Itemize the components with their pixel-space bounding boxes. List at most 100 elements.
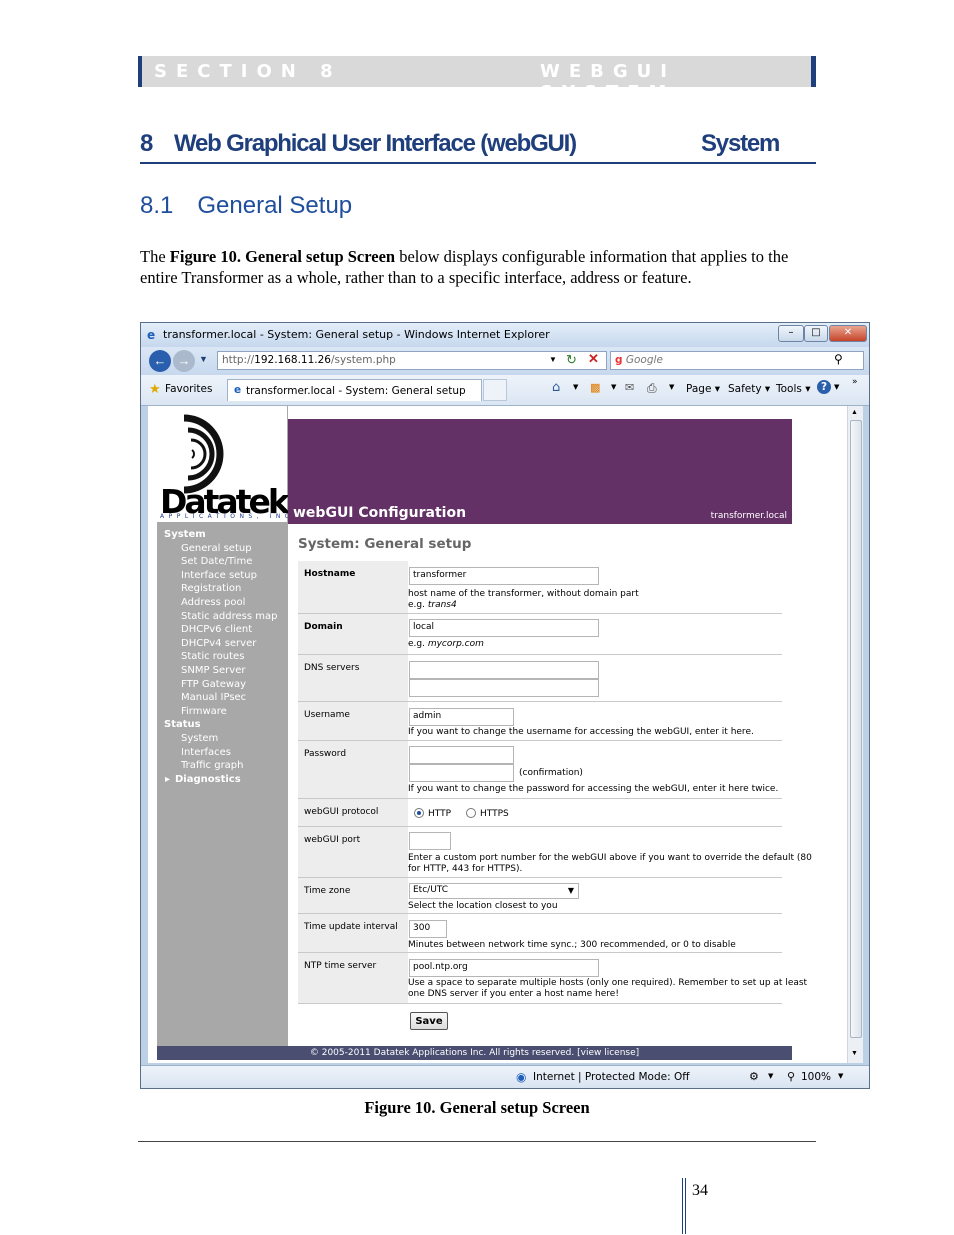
sidebar-item-interfaces[interactable]: Interfaces: [181, 747, 231, 758]
page-footer: © 2005-2011 Datatek Applications Inc. Al…: [157, 1046, 792, 1060]
hostname-cell: transformer host name of the transformer…: [408, 561, 782, 613]
favorites-bar: ★ Favorites e transformer.local - System…: [141, 375, 869, 406]
address-bar-row: ← → ▼ http://192.168.11.26/system.php ▼ …: [141, 347, 869, 375]
hostname-input[interactable]: transformer: [409, 567, 599, 585]
home-icon[interactable]: ⌂: [552, 380, 560, 395]
sidebar-item-label: DHCPv4 server: [181, 637, 257, 649]
home-dropdown-icon[interactable]: ▼: [573, 383, 578, 391]
password-input[interactable]: [409, 746, 514, 764]
sidebar-item-label: Interfaces: [181, 746, 231, 758]
page-menu[interactable]: Page ▾: [686, 383, 720, 395]
sidebar-item-interface-setup[interactable]: Interface setup: [181, 570, 257, 581]
active-tab[interactable]: e transformer.local - System: General se…: [227, 379, 482, 401]
minimize-button[interactable]: –: [778, 325, 804, 342]
chevron-more-icon[interactable]: »: [852, 377, 858, 387]
banner-title: webGUI Configuration: [293, 505, 467, 521]
port-input[interactable]: [409, 832, 451, 850]
interval-label: Time update interval: [304, 922, 398, 932]
timezone-label: Time zone: [304, 886, 351, 896]
sidebar-item-dhcpv4-server[interactable]: DHCPv4 server: [181, 638, 256, 649]
sidebar-item-dhcpv6-client[interactable]: DHCPv6 client: [181, 624, 252, 635]
scroll-up-icon[interactable]: ▲: [851, 408, 858, 416]
feeds-dropdown-icon[interactable]: ▼: [611, 383, 616, 391]
tools-menu[interactable]: Tools ▾: [776, 383, 810, 395]
page-menu-label: Page: [686, 383, 712, 395]
scroll-thumb[interactable]: [850, 420, 862, 1038]
back-button[interactable]: ←: [149, 350, 171, 372]
url-host: 192.168.11.26: [254, 354, 331, 366]
interval-cell: 300 Minutes between network time sync.; …: [408, 914, 782, 952]
sidebar-item-registration[interactable]: Registration: [181, 583, 241, 594]
refresh-icon[interactable]: ↻: [566, 352, 577, 368]
sidebar-item-system[interactable]: System: [164, 529, 206, 540]
domain-example-prefix: e.g.: [408, 639, 428, 649]
favorites-button[interactable]: Favorites: [165, 383, 212, 395]
port-hint-2: for HTTP, 443 for HTTPS).: [408, 864, 523, 874]
history-dropdown-icon[interactable]: ▼: [199, 354, 208, 364]
save-button[interactable]: Save: [410, 1012, 448, 1030]
sidebar-item-static-address-map[interactable]: Static address map: [181, 611, 277, 622]
close-button[interactable]: ✕: [829, 325, 867, 342]
sidebar-item-set-date-time[interactable]: Set Date/Time: [181, 556, 252, 567]
protocol-label: webGUI protocol: [304, 807, 379, 817]
password-confirm-input[interactable]: [409, 764, 514, 782]
print-icon[interactable]: ⎙: [647, 381, 657, 396]
timezone-select[interactable]: Etc/UTC ▼: [409, 883, 579, 899]
protocol-row: webGUI protocol HTTP HTTPS: [298, 799, 782, 827]
dns-input-2[interactable]: [409, 679, 599, 697]
http-radio[interactable]: [414, 808, 424, 818]
sidebar-item-ftp-gateway[interactable]: FTP Gateway: [181, 679, 246, 690]
chevron-down-icon: ▼: [567, 886, 574, 895]
ntp-input[interactable]: pool.ntp.org: [409, 959, 599, 977]
ntp-row: NTP time server pool.ntp.org Use a space…: [298, 953, 807, 1004]
sidebar-item-traffic-graph[interactable]: Traffic graph: [181, 760, 244, 771]
https-radio[interactable]: [466, 808, 476, 818]
new-tab-button[interactable]: [483, 379, 507, 401]
figure-reference: Figure 10. General setup Screen: [169, 247, 396, 266]
sidebar-item-label: Firmware: [181, 705, 227, 717]
sidebar-item-snmp-server[interactable]: SNMP Server: [181, 665, 245, 676]
stop-icon[interactable]: ✕: [588, 351, 599, 367]
forward-button[interactable]: →: [173, 350, 195, 372]
interval-input[interactable]: 300: [409, 920, 447, 938]
sidebar-item-firmware[interactable]: Firmware: [181, 706, 227, 717]
sidebar-item-diagnostics[interactable]: ▸ Diagnostics: [165, 774, 241, 785]
sidebar-item-status[interactable]: Status: [164, 719, 201, 730]
protected-dropdown-icon[interactable]: ▼: [768, 1072, 773, 1080]
sidebar-item-general-setup[interactable]: General setup: [181, 543, 252, 554]
https-radio-label: HTTPS: [480, 809, 509, 819]
username-label: Username: [304, 710, 350, 720]
safety-menu[interactable]: Safety ▾: [728, 383, 770, 395]
feeds-icon[interactable]: ▩: [590, 381, 600, 394]
zoom-icon[interactable]: ⚲: [787, 1070, 795, 1083]
dns-input-1[interactable]: [409, 661, 599, 679]
help-icon[interactable]: ?: [817, 380, 831, 394]
favorites-star-icon[interactable]: ★: [149, 382, 161, 397]
port-label: webGUI port: [304, 835, 361, 845]
sidebar-item-static-routes[interactable]: Static routes: [181, 651, 244, 662]
search-input[interactable]: g Google: [610, 351, 864, 370]
url-dropdown-icon[interactable]: ▼: [549, 355, 557, 364]
print-dropdown-icon[interactable]: ▼: [669, 383, 674, 391]
port-hint-1: Enter a custom port number for the webGU…: [408, 853, 812, 863]
vertical-scrollbar[interactable]: ▲ ▼: [847, 406, 863, 1063]
sidebar-item-manual-ipsec[interactable]: Manual IPsec: [181, 692, 246, 703]
domain-input[interactable]: local: [409, 619, 599, 637]
maximize-button[interactable]: □: [804, 325, 828, 342]
page-number-bar: [682, 1178, 686, 1234]
zoom-dropdown-icon[interactable]: ▼: [838, 1072, 843, 1080]
mail-icon[interactable]: ✉: [625, 381, 634, 394]
scroll-down-icon[interactable]: ▼: [851, 1049, 858, 1057]
username-input[interactable]: admin: [409, 708, 514, 726]
sidebar-item-address-pool[interactable]: Address pool: [181, 597, 245, 608]
hostname-row: Hostname transformer host name of the tr…: [298, 561, 782, 614]
sidebar-item-label: Set Date/Time: [181, 556, 253, 568]
zoom-level[interactable]: 100%: [801, 1071, 831, 1083]
password-cell: (confirmation) If you want to change the…: [408, 741, 782, 798]
protected-mode-icon[interactable]: ⚙: [749, 1070, 759, 1083]
search-icon[interactable]: ⚲: [834, 352, 843, 367]
sidebar-item-system[interactable]: System: [181, 733, 218, 744]
help-dropdown-icon[interactable]: ▼: [834, 383, 839, 391]
sidebar-item-label: Address pool: [181, 597, 246, 608]
sidebar-item-label: Traffic graph: [181, 760, 244, 772]
